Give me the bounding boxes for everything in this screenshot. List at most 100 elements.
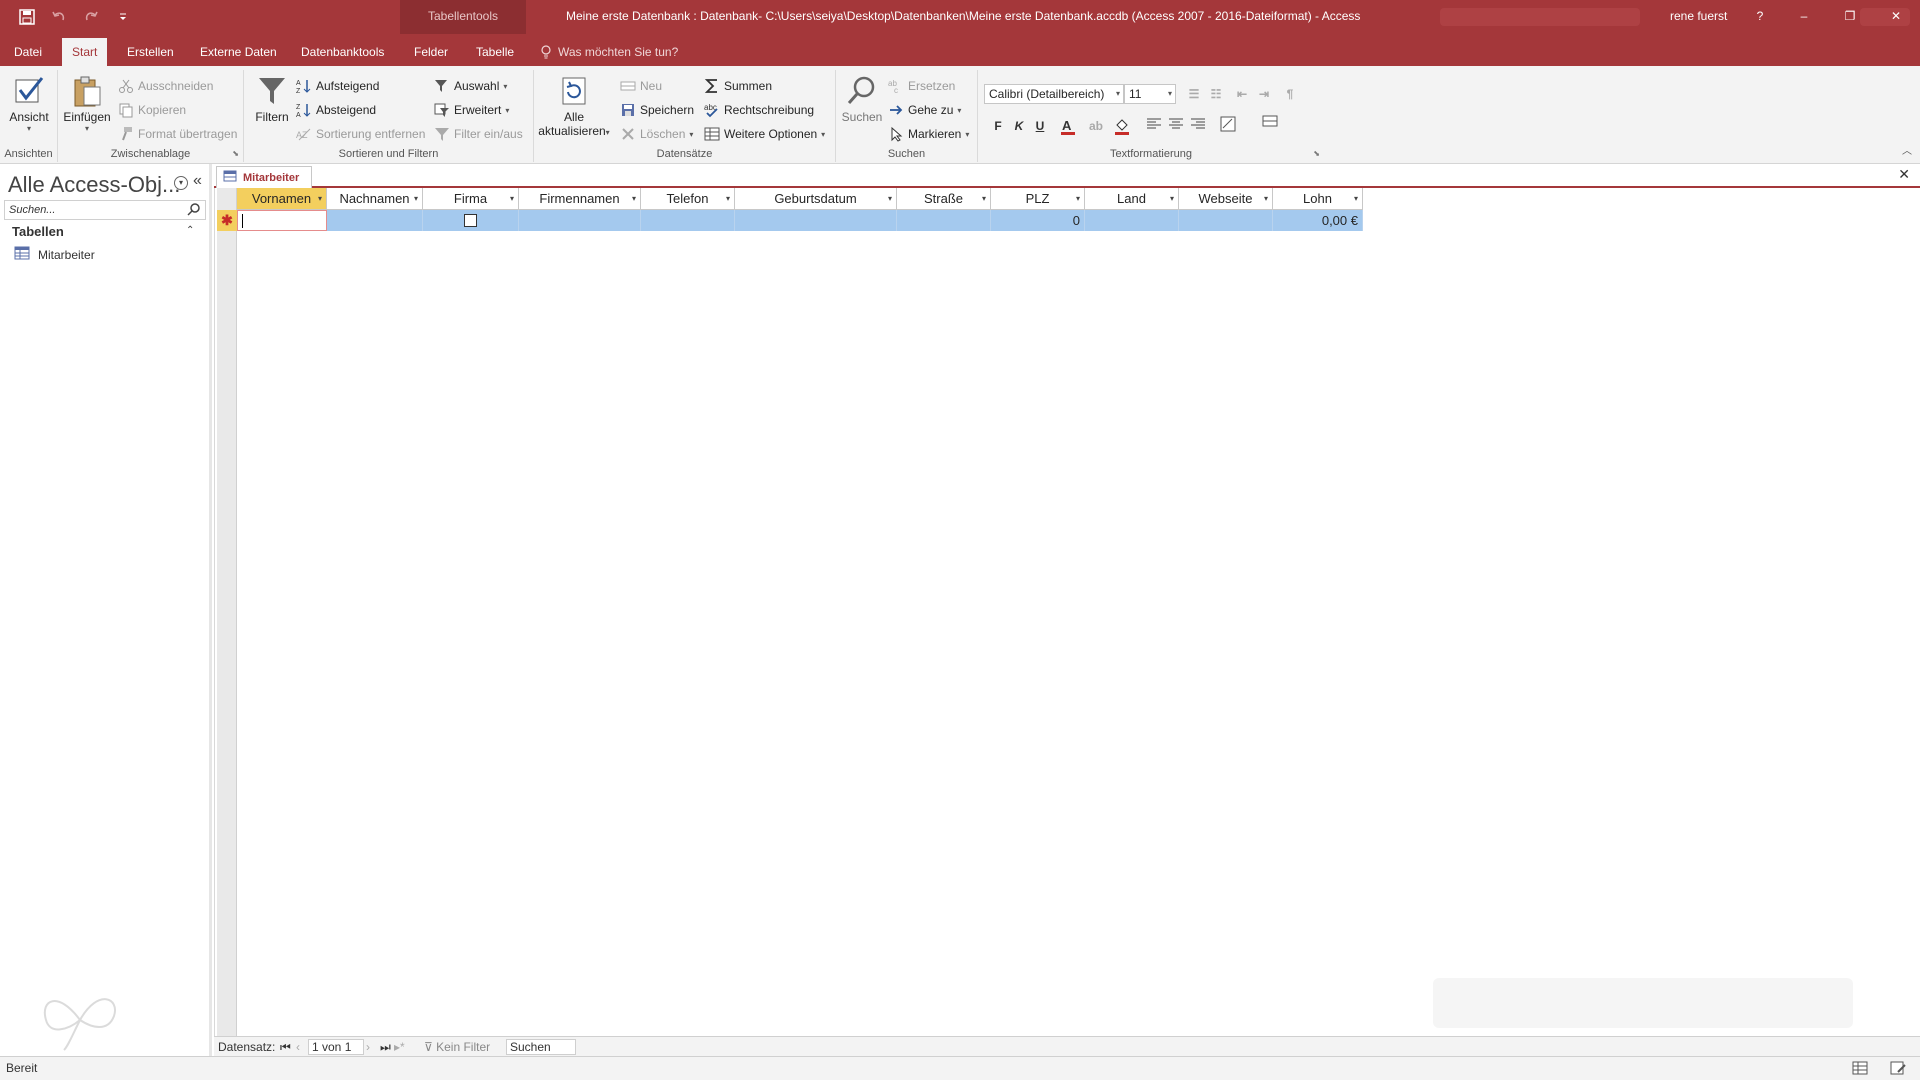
new-record-marker[interactable]: ✱: [217, 210, 237, 231]
column-header-firmennamen[interactable]: Firmennamen ▾: [519, 188, 641, 210]
doc-tab-mitarbeiter[interactable]: Mitarbeiter: [216, 166, 312, 188]
select-button[interactable]: Markieren ▾: [888, 124, 969, 144]
column-dropdown-icon[interactable]: ▾: [1264, 188, 1268, 209]
column-dropdown-icon[interactable]: ▾: [888, 188, 892, 209]
cell-firma[interactable]: [423, 210, 519, 231]
datasheet-view-icon[interactable]: [1852, 1060, 1870, 1078]
column-header-strasse[interactable]: Straße ▾: [897, 188, 991, 210]
nav-search-input[interactable]: Suchen...: [4, 200, 206, 220]
new-record-nav-icon[interactable]: ▸*: [394, 1037, 405, 1057]
column-header-webseite[interactable]: Webseite ▾: [1179, 188, 1273, 210]
section-collapse-icon[interactable]: ⌃: [186, 225, 194, 236]
redo-icon[interactable]: [82, 8, 100, 26]
sort-ascending-button[interactable]: AZ Aufsteigend: [296, 76, 379, 96]
close-button[interactable]: ✕: [1876, 0, 1916, 32]
help-button[interactable]: ?: [1740, 0, 1780, 32]
align-center-icon[interactable]: [1166, 116, 1186, 136]
cell-webseite[interactable]: [1179, 210, 1273, 231]
column-dropdown-icon[interactable]: ▾: [414, 188, 418, 209]
numbered-list-icon[interactable]: ☷: [1206, 84, 1226, 104]
undo-icon[interactable]: [50, 8, 68, 26]
cell-vornamen[interactable]: [237, 210, 327, 231]
nav-menu-icon[interactable]: ▾: [174, 176, 188, 190]
highlight-icon[interactable]: ab: [1086, 116, 1106, 136]
save-record-button[interactable]: Speichern: [620, 100, 694, 120]
column-dropdown-icon[interactable]: ▾: [726, 188, 730, 209]
last-record-icon[interactable]: ⏭: [380, 1037, 391, 1057]
font-color-icon[interactable]: A: [1058, 116, 1078, 136]
column-dropdown-icon[interactable]: ▾: [1170, 188, 1174, 209]
cell-strasse[interactable]: [897, 210, 991, 231]
remove-sort-button[interactable]: AZ Sortierung entfernen: [296, 124, 425, 144]
italic-button[interactable]: K: [1009, 116, 1029, 136]
bold-button[interactable]: F: [988, 116, 1008, 136]
conditional-format-icon[interactable]: [1218, 116, 1238, 136]
filter-button[interactable]: Filtern: [252, 74, 292, 124]
search-icon[interactable]: [187, 202, 203, 218]
next-record-icon[interactable]: ›: [366, 1037, 370, 1057]
cell-geburtsdatum[interactable]: [735, 210, 897, 231]
cell-plz[interactable]: 0: [991, 210, 1085, 231]
collapse-ribbon-icon[interactable]: ︿: [1902, 142, 1912, 157]
column-header-vornamen[interactable]: Vornamen ▾: [237, 188, 327, 210]
user-name[interactable]: rene fuerst: [1670, 0, 1727, 32]
totals-button[interactable]: Summen: [704, 76, 772, 96]
tab-datei[interactable]: Datei: [4, 38, 52, 66]
close-document-icon[interactable]: ✕: [1898, 166, 1910, 183]
text-dialog-launcher-icon[interactable]: ⬊: [1313, 149, 1320, 158]
delete-record-button[interactable]: Löschen ▾: [620, 124, 693, 144]
column-dropdown-icon[interactable]: ▾: [318, 188, 322, 209]
tab-datenbanktools[interactable]: Datenbanktools: [291, 38, 394, 66]
decrease-indent-icon[interactable]: ⇤: [1232, 84, 1252, 104]
column-dropdown-icon[interactable]: ▾: [982, 188, 986, 209]
previous-record-icon[interactable]: ‹: [296, 1037, 300, 1057]
bullet-list-icon[interactable]: ☰: [1184, 84, 1204, 104]
copy-button[interactable]: Kopieren: [118, 100, 186, 120]
tab-start[interactable]: Start: [62, 38, 108, 66]
tell-me-box[interactable]: Was möchten Sie tun?: [540, 38, 678, 66]
dialog-launcher-icon[interactable]: ⬊: [232, 149, 239, 158]
firma-checkbox[interactable]: [464, 214, 477, 227]
nav-item-mitarbeiter[interactable]: Mitarbeiter: [14, 246, 95, 263]
nav-collapse-icon[interactable]: «: [193, 172, 202, 190]
tab-erstellen[interactable]: Erstellen: [117, 38, 184, 66]
tab-externe-daten[interactable]: Externe Daten: [190, 38, 287, 66]
record-search-input[interactable]: Suchen: [506, 1039, 576, 1055]
restore-button[interactable]: ❐: [1830, 0, 1870, 32]
column-dropdown-icon[interactable]: ▾: [1354, 188, 1358, 209]
column-header-geburtsdatum[interactable]: Geburtsdatum ▾: [735, 188, 897, 210]
record-position-input[interactable]: 1 von 1: [308, 1039, 364, 1055]
align-right-icon[interactable]: [1188, 116, 1208, 136]
column-dropdown-icon[interactable]: ▾: [510, 188, 514, 209]
column-header-land[interactable]: Land ▾: [1085, 188, 1179, 210]
cell-firmennamen[interactable]: [519, 210, 641, 231]
new-record-button[interactable]: Neu: [620, 76, 662, 96]
underline-button[interactable]: U: [1030, 116, 1050, 136]
cell-land[interactable]: [1085, 210, 1179, 231]
no-filter-button[interactable]: ⊽ Kein Filter: [424, 1037, 490, 1057]
sort-descending-button[interactable]: ZA Absteigend: [296, 100, 376, 120]
goto-button[interactable]: Gehe zu ▾: [888, 100, 961, 120]
cell-telefon[interactable]: [641, 210, 735, 231]
tab-tabelle[interactable]: Tabelle: [466, 38, 524, 66]
cut-button[interactable]: Ausschneiden: [118, 76, 213, 96]
nav-title[interactable]: Alle Access-Obj...: [8, 172, 180, 198]
column-header-firma[interactable]: Firma ▾: [423, 188, 519, 210]
fill-color-icon[interactable]: [1112, 116, 1132, 136]
advanced-filter-button[interactable]: Erweitert ▾: [434, 100, 509, 120]
column-dropdown-icon[interactable]: ▾: [632, 188, 636, 209]
font-name-select[interactable]: Calibri (Detailbereich) ▾: [984, 84, 1124, 104]
find-button[interactable]: Suchen: [840, 74, 884, 124]
column-header-lohn[interactable]: Lohn ▾: [1273, 188, 1363, 210]
nav-section-tables[interactable]: Tabellen: [12, 224, 64, 239]
cell-nachnamen[interactable]: [327, 210, 423, 231]
refresh-all-button[interactable]: Alle aktualisieren▾: [536, 74, 612, 138]
tab-felder[interactable]: Felder: [404, 38, 458, 66]
selection-filter-button[interactable]: Auswahl ▾: [434, 76, 507, 96]
paragraph-icon[interactable]: ¶: [1280, 84, 1300, 104]
save-icon[interactable]: [18, 8, 36, 26]
format-painter-button[interactable]: Format übertragen: [118, 124, 237, 144]
column-header-plz[interactable]: PLZ ▾: [991, 188, 1085, 210]
view-button[interactable]: Ansicht ▾: [6, 74, 52, 133]
toggle-filter-button[interactable]: Filter ein/aus: [434, 124, 523, 144]
